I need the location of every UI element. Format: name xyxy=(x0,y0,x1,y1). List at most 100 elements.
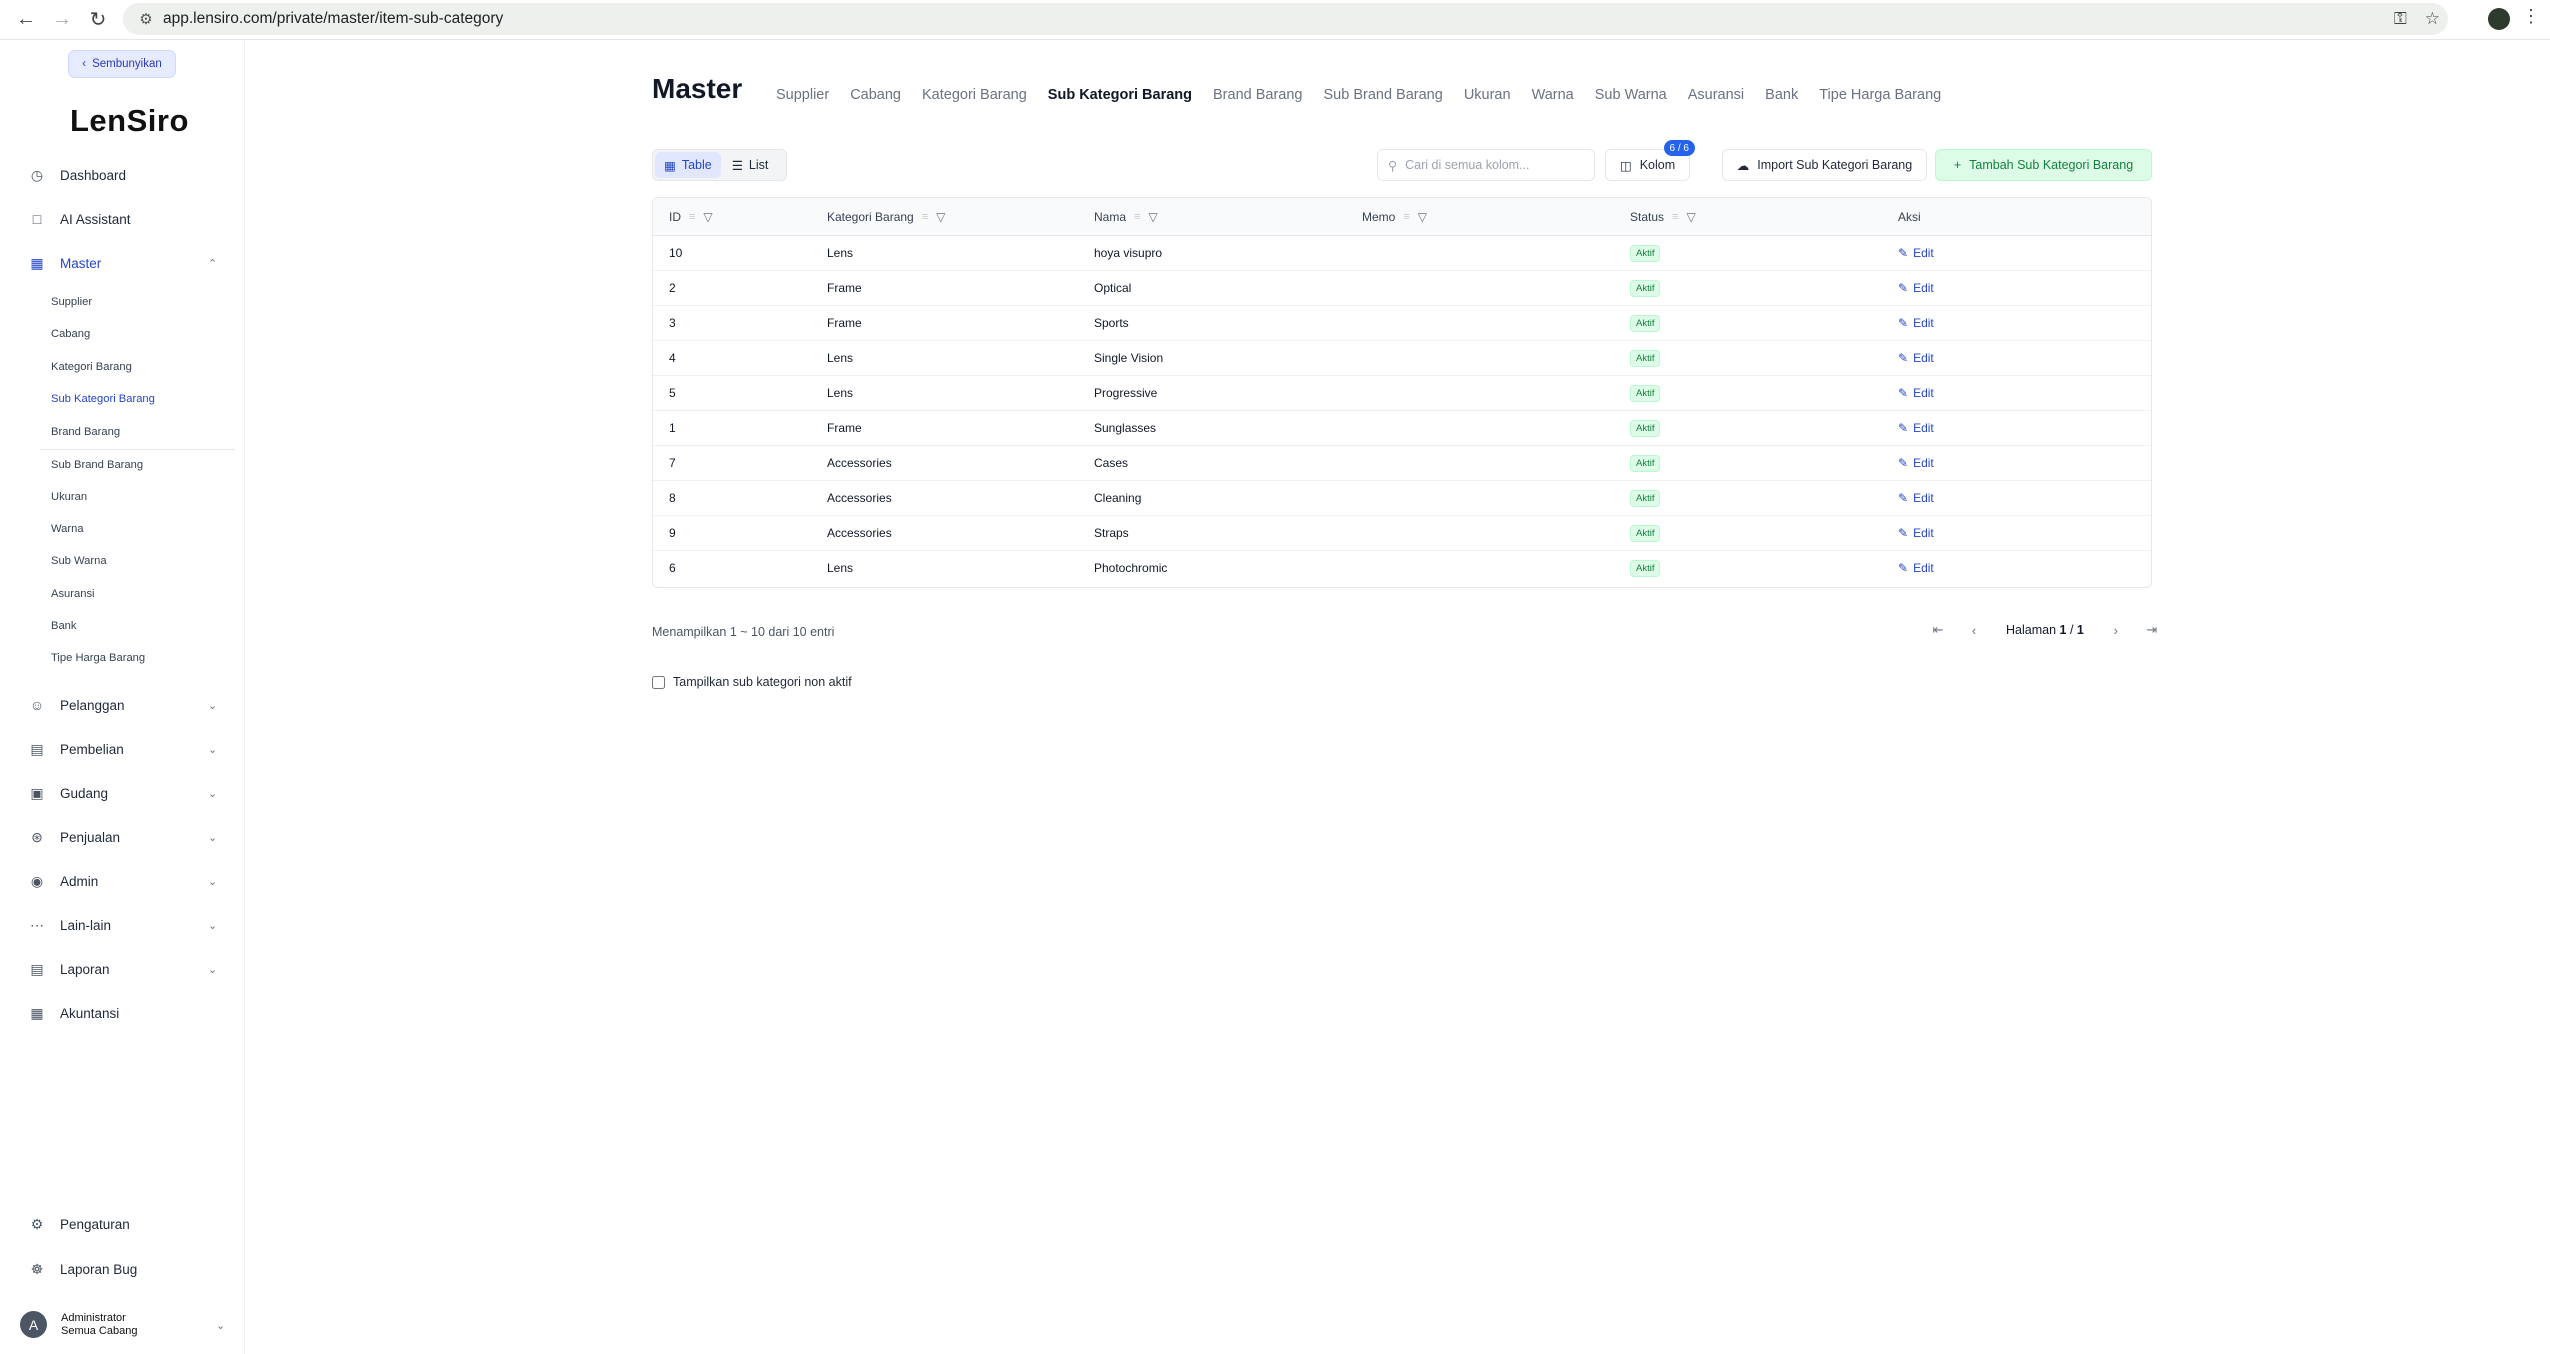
forward-icon[interactable]: → xyxy=(44,2,80,38)
url-text[interactable]: app.lensiro.com/private/master/item-sub-… xyxy=(163,10,503,28)
chevron-up-icon: ⌃ xyxy=(208,257,218,270)
filter-icon[interactable]: ▽ xyxy=(1148,210,1157,224)
edit-button[interactable]: ✎ Edit xyxy=(1898,316,1934,330)
edit-button[interactable]: ✎ Edit xyxy=(1898,281,1934,295)
column-label: Kategori Barang xyxy=(827,210,914,224)
view-list-label: List xyxy=(748,158,769,172)
column-header-id[interactable]: ID ≡ ▽ xyxy=(669,210,713,224)
sort-icon[interactable]: ≡ xyxy=(922,211,928,223)
hide-sidebar-button[interactable]: ‹ Sembunyikan xyxy=(68,50,176,78)
sidebar-subitem-sub-kategori-barang[interactable]: Sub Kategori Barang xyxy=(51,393,155,405)
sidebar-item-pembelian[interactable]: ▤ Pembelian ⌄ xyxy=(28,737,217,761)
tab-kategori-barang[interactable]: Kategori Barang xyxy=(922,87,1027,103)
edit-button[interactable]: ✎ Edit xyxy=(1898,491,1934,505)
cell-kategori: Lens xyxy=(827,561,854,575)
user-info: Administrator Semua Cabang xyxy=(61,1312,137,1338)
edit-button[interactable]: ✎ Edit xyxy=(1898,351,1934,365)
sidebar-subitem-asuransi[interactable]: Asuransi xyxy=(51,588,95,600)
browser-menu-icon[interactable]: ⋮ xyxy=(2522,6,2540,27)
user-menu[interactable]: A Administrator Semua Cabang ⌄ xyxy=(20,1311,225,1338)
sidebar-item-pelanggan[interactable]: ☺ Pelanggan ⌄ xyxy=(28,693,217,717)
sort-icon[interactable]: ≡ xyxy=(1672,211,1678,223)
search-input[interactable]: ⚲ Cari di semua kolom... xyxy=(1377,149,1595,181)
cell-id: 1 xyxy=(669,421,676,435)
view-table-button[interactable]: ▦ Table xyxy=(655,152,721,178)
tab-ukuran[interactable]: Ukuran xyxy=(1464,87,1511,103)
filter-icon[interactable]: ▽ xyxy=(703,210,712,224)
sidebar-item-laporan[interactable]: ▤ Laporan ⌄ xyxy=(28,957,217,981)
sidebar-subitem-bank[interactable]: Bank xyxy=(51,620,77,632)
edit-button[interactable]: ✎ Edit xyxy=(1898,456,1934,470)
next-page-icon[interactable]: › xyxy=(2106,620,2126,640)
table-row: 2 Frame Optical Aktif ✎ Edit xyxy=(653,271,2151,306)
sidebar-item-master[interactable]: ▦ Master ⌃ xyxy=(28,251,217,275)
cell-nama: Progressive xyxy=(1094,386,1158,400)
column-header-status[interactable]: Status ≡ ▽ xyxy=(1630,210,1696,224)
edit-button[interactable]: ✎ Edit xyxy=(1898,386,1934,400)
edit-button[interactable]: ✎ Edit xyxy=(1898,561,1934,575)
site-settings-icon[interactable]: ⚙ xyxy=(131,10,161,28)
prev-page-icon[interactable]: ‹ xyxy=(1964,620,1984,640)
sidebar-subitem-tipe-harga-barang[interactable]: Tipe Harga Barang xyxy=(51,652,145,664)
sidebar-subitem-kategori-barang[interactable]: Kategori Barang xyxy=(51,361,132,373)
sidebar-subitem-cabang[interactable]: Cabang xyxy=(51,328,90,340)
bookmark-star-icon[interactable]: ☆ xyxy=(2425,9,2440,29)
edit-button[interactable]: ✎ Edit xyxy=(1898,246,1934,260)
tab-warna[interactable]: Warna xyxy=(1532,87,1574,103)
sidebar-item-lain-lain[interactable]: ⋯ Lain-lain ⌄ xyxy=(28,913,217,937)
last-page-icon[interactable]: ⇥ xyxy=(2142,620,2162,640)
first-page-icon[interactable]: ⇤ xyxy=(1928,620,1948,640)
column-header-memo[interactable]: Memo ≡ ▽ xyxy=(1362,210,1427,224)
tab-asuransi[interactable]: Asuransi xyxy=(1688,87,1744,103)
table-row: 8 Accessories Cleaning Aktif ✎ Edit xyxy=(653,481,2151,516)
tab-sub-warna[interactable]: Sub Warna xyxy=(1595,87,1667,103)
sort-icon[interactable]: ≡ xyxy=(1134,211,1140,223)
sidebar-item-laporan-bug[interactable]: ☸ Laporan Bug xyxy=(28,1257,138,1281)
columns-button[interactable]: ◫ Kolom 6 / 6 xyxy=(1605,140,1695,181)
sidebar-item-admin[interactable]: ◉ Admin ⌄ xyxy=(28,869,217,893)
show-inactive-checkbox[interactable] xyxy=(652,675,665,689)
address-bar[interactable]: ⚙ app.lensiro.com/private/master/item-su… xyxy=(123,3,2448,35)
sidebar-item-dashboard[interactable]: ◷ Dashboard xyxy=(28,163,126,187)
sidebar-subitem-brand-barang[interactable]: Brand Barang xyxy=(51,426,120,438)
tab-tipe-harga-barang[interactable]: Tipe Harga Barang xyxy=(1819,87,1941,103)
show-inactive-toggle[interactable]: Tampilkan sub kategori non aktif xyxy=(652,675,852,689)
pencil-icon: ✎ xyxy=(1898,491,1909,505)
sidebar-item-gudang[interactable]: ▣ Gudang ⌄ xyxy=(28,781,217,805)
tab-sub-brand-barang[interactable]: Sub Brand Barang xyxy=(1324,87,1443,103)
tab-sub-kategori-barang[interactable]: Sub Kategori Barang xyxy=(1048,87,1192,103)
edit-button[interactable]: ✎ Edit xyxy=(1898,421,1934,435)
sort-icon[interactable]: ≡ xyxy=(1403,211,1409,223)
chevron-down-icon: ⌄ xyxy=(208,963,218,976)
sort-icon[interactable]: ≡ xyxy=(689,211,695,223)
tab-brand-barang[interactable]: Brand Barang xyxy=(1213,87,1302,103)
add-sub-category-button[interactable]: + Tambah Sub Kategori Barang xyxy=(1935,149,2152,181)
tab-cabang[interactable]: Cabang xyxy=(850,87,901,103)
sidebar-item-ai-assistant[interactable]: □ AI Assistant xyxy=(28,207,131,231)
column-header-nama[interactable]: Nama ≡ ▽ xyxy=(1094,210,1158,224)
tab-supplier[interactable]: Supplier xyxy=(776,87,829,103)
column-header-kategori[interactable]: Kategori Barang ≡ ▽ xyxy=(827,210,945,224)
reload-icon[interactable]: ↻ xyxy=(80,2,116,38)
sidebar-subitem-warna[interactable]: Warna xyxy=(51,523,84,535)
chevron-down-icon: ⌄ xyxy=(208,831,218,844)
sidebar-item-akuntansi[interactable]: ▦ Akuntansi xyxy=(28,1001,119,1025)
sidebar-subitem-sub-brand-barang[interactable]: Sub Brand Barang xyxy=(51,459,143,471)
filter-icon[interactable]: ▽ xyxy=(1686,210,1695,224)
filter-icon[interactable]: ▽ xyxy=(1418,210,1427,224)
sidebar-item-pengaturan[interactable]: ⚙ Pengaturan xyxy=(28,1212,130,1236)
edit-button[interactable]: ✎ Edit xyxy=(1898,526,1934,540)
view-list-button[interactable]: ☰ List xyxy=(723,152,778,178)
sidebar-subitem-ukuran[interactable]: Ukuran xyxy=(51,491,87,503)
tab-bank[interactable]: Bank xyxy=(1765,87,1798,103)
pencil-icon: ✎ xyxy=(1898,351,1909,365)
sidebar-subitem-supplier[interactable]: Supplier xyxy=(51,296,92,308)
filter-icon[interactable]: ▽ xyxy=(936,210,945,224)
password-key-icon[interactable]: ⚿ xyxy=(2394,9,2407,29)
profile-avatar[interactable] xyxy=(2488,8,2510,30)
sidebar-item-penjualan[interactable]: ⊛ Penjualan ⌄ xyxy=(28,825,217,849)
import-button[interactable]: ☁ Import Sub Kategori Barang xyxy=(1722,149,1927,181)
status-badge: Aktif xyxy=(1630,560,1661,577)
back-icon[interactable]: ← xyxy=(8,2,44,38)
sidebar-subitem-sub-warna[interactable]: Sub Warna xyxy=(51,555,107,567)
